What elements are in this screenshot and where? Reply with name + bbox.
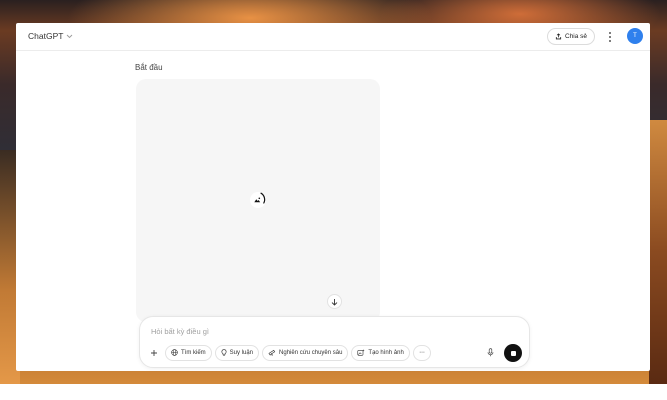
chevron-down-icon [67,34,73,38]
dot-icon [609,32,611,35]
share-button[interactable]: Chia sẻ [547,28,596,45]
message-composer: Tìm kiếm Suy luận Nghiên cứu chuyên sâu [139,316,530,368]
top-bar: ChatGPT Chia sẻ T [16,23,650,51]
avatar-initial: T [633,33,637,39]
composer-toolbar: Tìm kiếm Suy luận Nghiên cứu chuyên sâu [146,344,431,361]
scroll-down-button[interactable] [327,294,342,309]
create-image-tool-button[interactable]: Tạo hình ảnh [351,344,410,361]
image-sparkle-icon [357,349,366,356]
model-switcher[interactable]: ChatGPT [28,31,73,41]
add-attachment-button[interactable] [146,345,162,361]
avatar[interactable]: T [627,28,643,44]
app-title: ChatGPT [28,31,64,41]
arrow-down-icon [331,298,338,306]
prompt-input[interactable] [151,325,451,337]
more-tools-button[interactable]: ··· [412,344,431,361]
search-tool-button[interactable]: Tìm kiếm [165,344,212,361]
more-options-button[interactable] [606,30,614,44]
dictate-button[interactable] [483,345,498,360]
reason-tool-label: Suy luận [229,349,254,356]
deep-research-tool-label: Nghiên cứu chuyên sâu [279,349,343,356]
share-label: Chia sẻ [565,33,588,40]
reason-tool-button[interactable]: Suy luận [214,344,260,361]
deep-research-tool-button[interactable]: Nghiên cứu chuyên sâu [262,344,349,361]
globe-icon [171,349,178,356]
dot-icon [609,39,611,42]
stop-icon [510,350,516,356]
telescope-icon [268,349,276,356]
lightbulb-icon [221,349,227,356]
share-icon [555,33,562,40]
more-tools-label: ··· [419,349,425,356]
microphone-icon [487,348,494,357]
dot-icon [609,36,611,38]
image-loading-icon [250,192,266,208]
plus-icon [151,349,157,356]
chatgpt-window: ChatGPT Chia sẻ T Bắt đầu Hỏi bất kỳ điề… [16,23,650,371]
search-tool-label: Tìm kiếm [181,349,206,356]
page-title: Bắt đầu [135,63,163,72]
create-image-tool-label: Tạo hình ảnh [368,349,404,356]
stop-generating-button[interactable] [504,344,522,362]
